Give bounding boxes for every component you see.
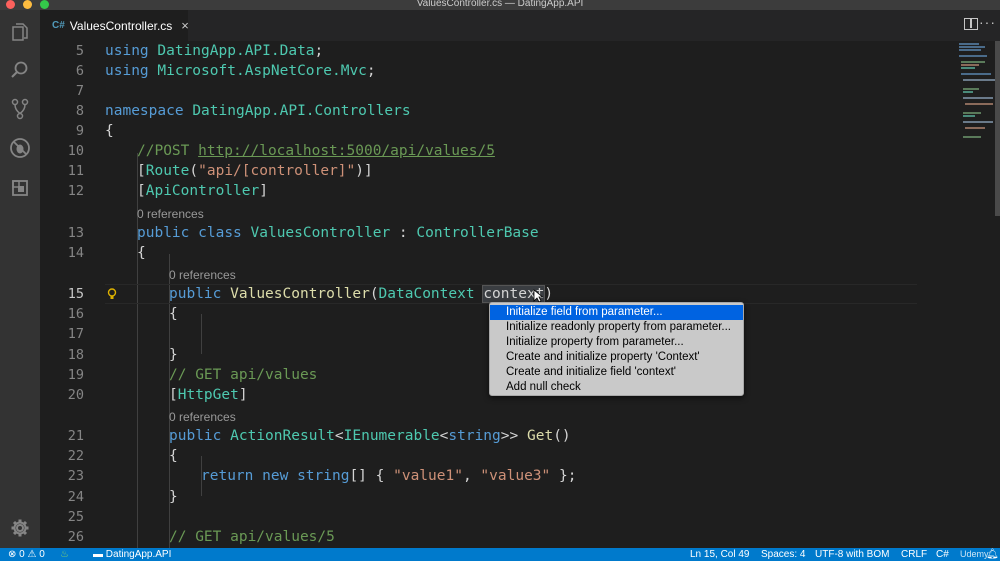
settings-gear-icon[interactable] [8,516,32,540]
flame-icon[interactable]: ♨ [60,548,69,561]
search-icon[interactable] [8,58,32,82]
tab-bar: C# ValuesController.cs × ··· [40,10,1000,41]
quick-fix-item[interactable]: Initialize field from parameter... [490,305,743,320]
code-line-current: 15 public ValuesController(DataContext c… [40,284,1000,304]
code-line: 25 [67,509,84,525]
title-bar: ValuesController.cs — DatingApp.API [0,0,1000,10]
quick-fix-menu: Initialize field from parameter... Initi… [489,302,744,396]
quick-fix-item[interactable]: Create and initialize field 'context' [490,365,743,380]
quick-fix-item[interactable]: Initialize readonly property from parame… [490,320,743,335]
window-title: ValuesController.cs — DatingApp.API [416,0,584,9]
code-line: 22 { [67,448,178,464]
quick-fix-item[interactable]: Add null check [490,380,743,395]
quick-fix-item[interactable]: Create and initialize property 'Context' [490,350,743,365]
notifications-bell-icon[interactable]: 🔔︎ [986,548,999,561]
tab-values-controller[interactable]: C# ValuesController.cs × [40,10,189,41]
code-line: 26 // GET api/values/5 [67,529,335,545]
indentation[interactable]: Spaces: 4 [761,548,805,561]
csharp-file-icon: C# [52,20,65,31]
code-line: 9 { [75,123,114,139]
code-line: 13 public class ValuesController : Contr… [67,225,539,241]
cursor-position[interactable]: Ln 15, Col 49 [690,548,750,561]
code-line: 10 //POST http://localhost:5000/api/valu… [67,143,495,159]
code-line: 6 using Microsoft.AspNetCore.Mvc; [75,63,376,79]
tab-label: ValuesController.cs [69,18,173,33]
status-bar: ⊗ 0 ⚠ 0 ♨ ▬ DatingApp.API Ln 15, Col 49 … [0,548,1000,561]
comment-link[interactable]: http://localhost:5000/api/values/5 [198,143,495,159]
more-actions-icon[interactable]: ··· [979,14,996,30]
problems-indicator[interactable]: ⊗ 0 ⚠ 0 [8,548,45,561]
vertical-scrollbar[interactable] [995,41,1000,216]
code-line: 5 using DatingApp.API.Data; [75,43,324,59]
code-editor[interactable]: 5 using DatingApp.API.Data; 6 using Micr… [40,41,1000,548]
warning-icon: ⚠ [27,549,37,560]
project-selector[interactable]: ▬ DatingApp.API [93,548,171,561]
code-line: 23 return new string[] { "value1", "valu… [67,468,577,484]
error-icon: ⊗ [8,549,17,560]
extensions-icon[interactable] [8,176,32,200]
code-line: 8 namespace DatingApp.API.Controllers [75,103,411,119]
activity-bar [0,10,40,548]
code-line: 11 [Route("api/[controller]")] [67,163,373,179]
folder-icon: ▬ [93,549,103,560]
end-of-line[interactable]: CRLF [901,548,927,561]
watermark-logo: Udemy [960,549,989,559]
code-line: 14 { [67,245,146,261]
quick-fix-item[interactable]: Initialize property from parameter... [490,335,743,350]
lightbulb-icon[interactable] [107,286,117,305]
codelens-references[interactable]: 0 references [169,407,236,427]
code-line: 7 [75,83,84,99]
debug-icon[interactable] [8,136,32,160]
split-editor-icon[interactable] [964,18,978,30]
language-mode[interactable]: C# [936,548,949,561]
source-control-icon[interactable] [8,97,32,121]
code-line: 21 public ActionResult<IEnumerable<strin… [67,428,571,444]
codelens-references[interactable]: 0 references [169,265,236,285]
code-line: 12 [ApiController] [67,183,268,199]
close-tab-icon[interactable]: × [181,18,189,33]
code-line: 24 } [67,489,178,505]
encoding[interactable]: UTF-8 with BOM [815,548,889,561]
codelens-references[interactable]: 0 references [137,204,204,224]
minimap[interactable] [955,41,1000,161]
files-icon[interactable] [8,20,32,44]
